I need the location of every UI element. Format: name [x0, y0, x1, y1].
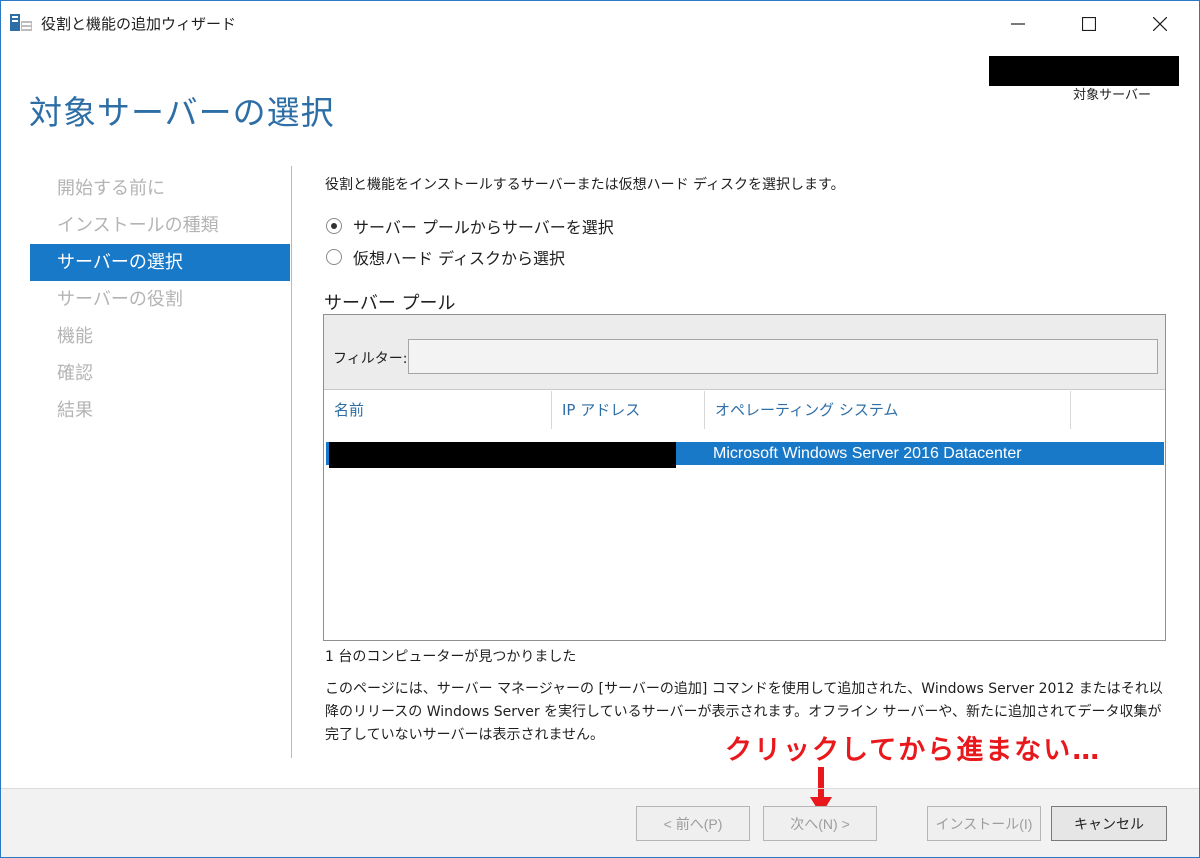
redacted-target-server — [989, 56, 1179, 86]
table-row[interactable]: Microsoft Windows Server 2016 Datacenter — [326, 442, 1164, 468]
nav-item-server-selection[interactable]: サーバーの選択 — [30, 244, 290, 281]
wizard-window: 役割と機能の追加ウィザード 対象サーバーの選択 対象サーバー 開始する前に イン… — [0, 0, 1200, 858]
radio-virtual-hard-disk[interactable]: 仮想ハード ディスクから選択 — [326, 245, 565, 269]
nav-item-features: 機能 — [57, 326, 93, 347]
server-pool-panel: フィルター: 名前 IP アドレス オペレーティング システム Microsof… — [323, 314, 1166, 641]
page-title: 対象サーバーの選択 — [29, 93, 335, 132]
radio-label: 仮想ハード ディスクから選択 — [353, 249, 565, 268]
redacted-server-name — [329, 442, 676, 468]
filter-input[interactable] — [408, 339, 1158, 374]
minimize-icon — [1011, 22, 1025, 25]
maximize-button[interactable] — [1050, 1, 1128, 46]
nav-item-installation-type: インストールの種類 — [57, 215, 219, 236]
server-manager-icon — [9, 12, 33, 34]
column-header-ip-address[interactable]: IP アドレス — [552, 391, 705, 429]
cancel-button[interactable]: キャンセル — [1051, 806, 1167, 841]
minimize-button[interactable] — [979, 1, 1057, 46]
filter-bar: フィルター: — [324, 315, 1165, 390]
computer-count: 1 台のコンピューターが見つかりました — [325, 649, 577, 665]
target-server-label: 対象サーバー — [1073, 88, 1151, 103]
row-operating-system: Microsoft Windows Server 2016 Datacenter — [713, 445, 1022, 462]
column-header-name[interactable]: 名前 — [324, 391, 552, 429]
nav-item-server-roles: サーバーの役割 — [57, 289, 183, 310]
nav-item-confirmation: 確認 — [57, 363, 93, 384]
wizard-navigation: 開始する前に インストールの種類 サーバーの選択 サーバーの役割 機能 確認 結… — [1, 146, 293, 788]
nav-item-results: 結果 — [57, 400, 93, 421]
radio-button[interactable] — [326, 249, 342, 265]
radio-button-checked[interactable] — [326, 218, 342, 234]
close-button[interactable] — [1121, 1, 1199, 46]
window-title: 役割と機能の追加ウィザード — [41, 15, 237, 33]
footer-divider — [1, 788, 1199, 789]
nav-divider — [291, 166, 292, 758]
filter-label: フィルター: — [333, 351, 408, 367]
close-icon — [1153, 16, 1167, 31]
nav-list: 開始する前に インストールの種類 サーバーの選択 サーバーの役割 機能 確認 結… — [30, 170, 290, 429]
previous-button[interactable]: < 前へ(P) — [636, 806, 750, 841]
title-bar: 役割と機能の追加ウィザード — [1, 1, 1199, 46]
page-description: 役割と機能をインストールするサーバーまたは仮想ハード ディスクを選択します。 — [325, 177, 845, 193]
annotation-text: クリックしてから進まない… — [725, 735, 1102, 766]
column-header-operating-system[interactable]: オペレーティング システム — [705, 391, 1071, 429]
radio-server-pool[interactable]: サーバー プールからサーバーを選択 — [326, 214, 614, 238]
maximize-icon — [1082, 16, 1096, 31]
install-button[interactable]: インストール(I) — [927, 806, 1041, 841]
server-pool-heading: サーバー プール — [324, 293, 456, 314]
radio-label: サーバー プールからサーバーを選択 — [353, 218, 614, 237]
next-button[interactable]: 次へ(N) > — [763, 806, 877, 841]
nav-item-before-you-begin: 開始する前に — [57, 178, 165, 199]
main-content: 役割と機能をインストールするサーバーまたは仮想ハード ディスクを選択します。 サ… — [293, 146, 1199, 788]
grid-header: 名前 IP アドレス オペレーティング システム — [324, 391, 1165, 429]
